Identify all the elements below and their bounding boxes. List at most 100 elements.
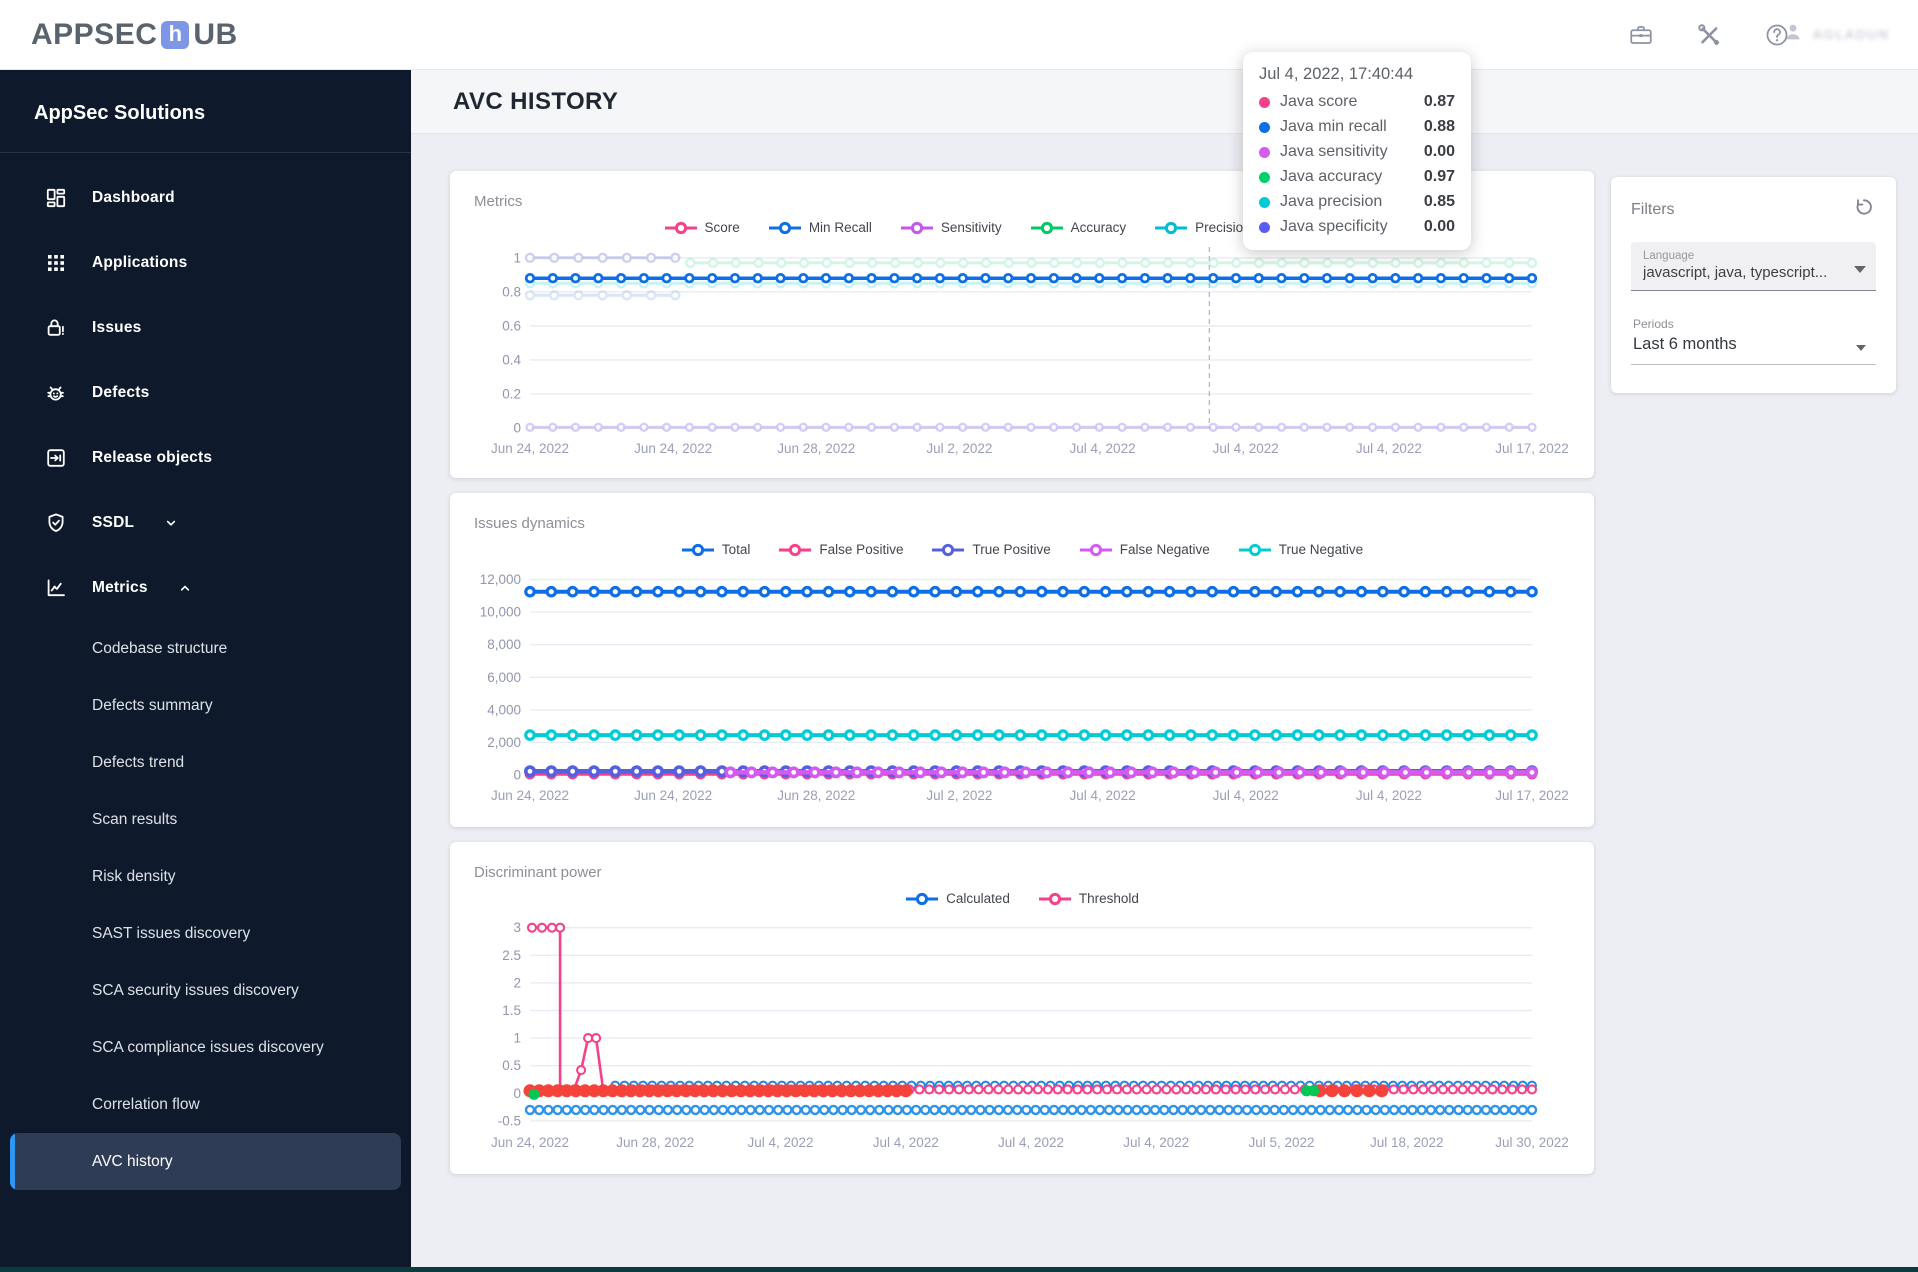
sidebar-item-risk-density[interactable]: Risk density: [0, 848, 411, 905]
legend-marker-icon: [1155, 221, 1188, 234]
sidebar-item-defects-summary[interactable]: Defects summary: [0, 677, 411, 734]
legend-marker-icon: [1030, 221, 1063, 234]
sidebar-item-label: Scan results: [92, 810, 178, 828]
filters-title: Filters: [1631, 200, 1675, 218]
periods-label: Periods: [1633, 317, 1674, 331]
svg-text:Jul 18, 2022: Jul 18, 2022: [1370, 1135, 1444, 1150]
legend-item-threshold[interactable]: Threshold: [1038, 891, 1139, 906]
sidebar-item-avc-history[interactable]: AVC history: [10, 1133, 401, 1190]
apps-icon: [44, 251, 68, 275]
periods-select[interactable]: Periods Last 6 months: [1631, 317, 1876, 365]
user-menu[interactable]: AGLADUN: [1781, 20, 1890, 49]
svg-text:0.8: 0.8: [502, 284, 521, 299]
legend-item-sensitivity[interactable]: Sensitivity: [900, 220, 1002, 235]
legend-item-min-recall[interactable]: Min Recall: [768, 220, 872, 235]
sidebar-item-sca-compliance-issues-discovery[interactable]: SCA compliance issues discovery: [0, 1019, 411, 1076]
svg-text:Jul 5, 2022: Jul 5, 2022: [1248, 1135, 1314, 1150]
appsechub-logo[interactable]: APPSEC h UB: [31, 18, 238, 52]
sidebar-item-label: AVC history: [92, 1152, 173, 1170]
briefcase-icon[interactable]: [1628, 22, 1654, 48]
svg-text:1.5: 1.5: [502, 1003, 521, 1018]
main-content: Metrics Score Min Recall Sensitivity Accura…: [411, 134, 1918, 1272]
sidebar-item-applications[interactable]: Applications: [0, 230, 411, 295]
svg-text:Jul 4, 2022: Jul 4, 2022: [1123, 1135, 1189, 1150]
legend-label: False Negative: [1119, 542, 1210, 557]
legend-item-total[interactable]: Total: [681, 542, 750, 557]
chart-icon: [44, 576, 68, 600]
username: AGLADUN: [1813, 27, 1890, 42]
language-value: javascript, java, typescript...: [1643, 264, 1828, 281]
legend-label: False Positive: [819, 542, 904, 557]
language-select[interactable]: Language javascript, java, typescript...: [1631, 242, 1876, 291]
sidebar-item-issues[interactable]: Issues: [0, 295, 411, 360]
chevron-down-icon: [160, 512, 182, 534]
tooltip-row: Java score 0.87: [1259, 93, 1455, 111]
svg-text:Jun 24, 2022: Jun 24, 2022: [491, 441, 569, 456]
sidebar-item-dashboard[interactable]: Dashboard: [0, 165, 411, 230]
svg-text:0.5: 0.5: [502, 1058, 521, 1073]
periods-value: Last 6 months: [1633, 335, 1737, 353]
sidebar-item-correlation-flow[interactable]: Correlation flow: [0, 1076, 411, 1133]
sidebar-item-sca-security-issues-discovery[interactable]: SCA security issues discovery: [0, 962, 411, 1019]
svg-text:1: 1: [513, 250, 521, 265]
legend-item-calculated[interactable]: Calculated: [905, 891, 1010, 906]
sidebar-item-metrics[interactable]: Metrics: [0, 555, 411, 620]
sidebar-item-sast-issues-discovery[interactable]: SAST issues discovery: [0, 905, 411, 962]
issues-dynamics-card-title: Issues dynamics: [474, 515, 585, 532]
legend-item-score[interactable]: Score: [664, 220, 740, 235]
legend-item-precision[interactable]: Precision: [1154, 220, 1251, 235]
legend-marker-icon: [1038, 892, 1071, 905]
sidebar-item-defects-trend[interactable]: Defects trend: [0, 734, 411, 791]
tooltip-timestamp: Jul 4, 2022, 17:40:44: [1259, 65, 1414, 83]
legend-label: Calculated: [946, 891, 1010, 906]
svg-text:Jul 4, 2022: Jul 4, 2022: [1213, 441, 1279, 456]
tooltip-row: Java accuracy 0.97: [1259, 168, 1455, 186]
sidebar-item-label: Correlation flow: [92, 1095, 200, 1113]
legend-item-true-positive[interactable]: True Positive: [931, 542, 1051, 557]
legend-item-accuracy[interactable]: Accuracy: [1030, 220, 1126, 235]
sidebar-item-defects[interactable]: Defects: [0, 360, 411, 425]
svg-text:4,000: 4,000: [487, 702, 521, 717]
issues-dynamics-chart[interactable]: 12,000 10,000 8,000 6,000 4,000 2,000 0 Jun 24,…: [474, 561, 1570, 813]
chevron-down-icon: [1854, 266, 1866, 273]
legend-marker-icon: [1079, 543, 1112, 556]
svg-text:0.6: 0.6: [502, 318, 521, 333]
legend-item-true-negative[interactable]: True Negative: [1238, 542, 1363, 557]
svg-text:2: 2: [513, 975, 521, 990]
bottom-edge-bar: [0, 1267, 1918, 1272]
chevron-down-icon: [1856, 345, 1866, 351]
page-title: AVC HISTORY: [453, 87, 619, 115]
svg-text:8,000: 8,000: [487, 637, 521, 652]
sidebar-item-label: Issues: [92, 318, 142, 336]
sidebar-item-scan-results[interactable]: Scan results: [0, 791, 411, 848]
lock-icon: [44, 316, 68, 340]
legend-item-false-positive[interactable]: False Positive: [778, 542, 903, 557]
sidebar-item-ssdl[interactable]: SSDL: [0, 490, 411, 555]
sidebar-item-release-objects[interactable]: Release objects: [0, 425, 411, 490]
tooltip-series-value: 0.97: [1423, 168, 1455, 185]
svg-text:Jul 4, 2022: Jul 4, 2022: [873, 1135, 939, 1150]
tools-icon[interactable]: [1696, 22, 1722, 48]
legend-item-false-negative[interactable]: False Negative: [1079, 542, 1210, 557]
issues-dynamics-card: Issues dynamics Total False Positive True …: [450, 493, 1594, 827]
tooltip-series-value: 0.85: [1423, 193, 1455, 210]
svg-text:0: 0: [513, 421, 521, 436]
reset-filters-icon[interactable]: [1852, 195, 1876, 224]
svg-text:Jul 30, 2022: Jul 30, 2022: [1495, 1135, 1569, 1150]
series-dot-icon: [1259, 96, 1270, 108]
sidebar-item-codebase-structure[interactable]: Codebase structure: [0, 620, 411, 677]
tooltip-row: Java sensitivity 0.00: [1259, 143, 1455, 161]
svg-text:2.5: 2.5: [502, 948, 521, 963]
legend-marker-icon: [768, 221, 801, 234]
svg-text:Jul 4, 2022: Jul 4, 2022: [1356, 441, 1422, 456]
metrics-chart[interactable]: 1 0.8 0.6 0.4 0.2 0 Jun 24, 2022 Jun 24, 2022 Ju…: [474, 239, 1570, 464]
svg-text:Jun 24, 2022: Jun 24, 2022: [634, 441, 712, 456]
sidebar-item-label: SCA security issues discovery: [92, 981, 299, 999]
discriminant-power-chart[interactable]: 3 2.5 2 1.5 1 0.5 0 -0.5 Jun 24, 2022 Jun 28, 202…: [474, 910, 1570, 1160]
sidebar-item-label: Defects: [92, 383, 150, 401]
dashboard-icon: [44, 186, 68, 210]
legend-marker-icon: [906, 892, 939, 905]
svg-text:1: 1: [513, 1031, 521, 1046]
svg-text:0.4: 0.4: [502, 352, 521, 367]
chart-tooltip: Jul 4, 2022, 17:40:44 Java score 0.87 Java…: [1243, 52, 1471, 250]
